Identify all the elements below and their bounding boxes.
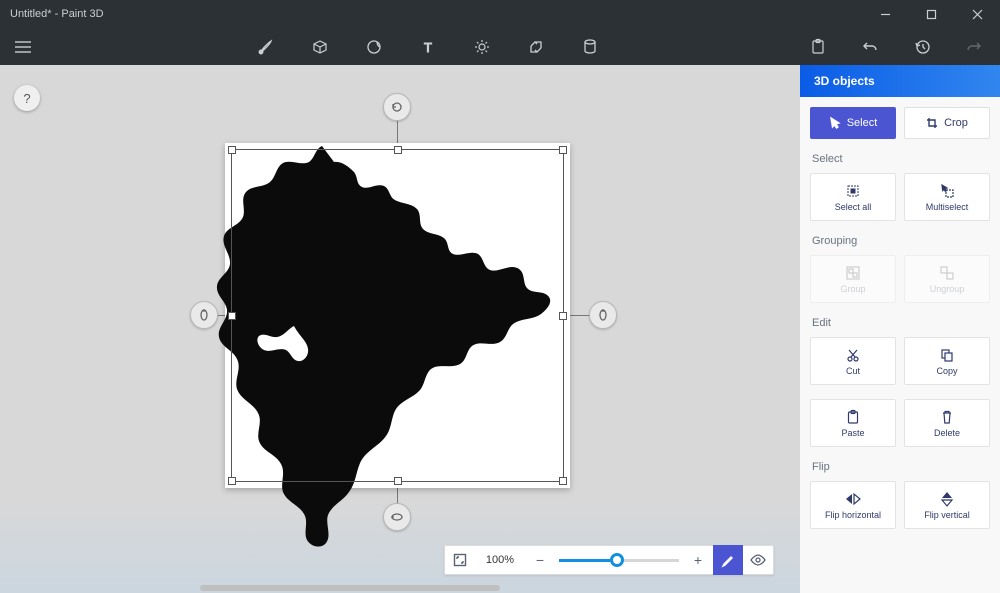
scissors-icon: [845, 347, 861, 363]
delete-button[interactable]: Delete: [904, 399, 990, 447]
view-mode-button[interactable]: [743, 545, 773, 575]
flip-vertical-icon: [939, 491, 955, 507]
tile-label: Cut: [846, 366, 860, 376]
tile-label: Ungroup: [930, 284, 965, 294]
help-button[interactable]: ?: [14, 85, 40, 111]
select-all-button[interactable]: Select all: [810, 173, 896, 221]
paste-button[interactable]: [808, 37, 828, 57]
section-label-select: Select: [812, 153, 990, 165]
svg-text:T: T: [424, 40, 432, 55]
resize-handle-l[interactable]: [228, 312, 236, 320]
resize-handle-b[interactable]: [394, 477, 402, 485]
zoom-slider[interactable]: [559, 545, 679, 575]
tile-label: Copy: [936, 366, 957, 376]
cursor-icon: [829, 117, 841, 129]
trash-icon: [939, 409, 955, 425]
stickers-tool[interactable]: [364, 37, 384, 57]
selection-border: [231, 149, 564, 482]
expand-menu-button[interactable]: [0, 28, 46, 65]
multiselect-button[interactable]: Multiselect: [904, 173, 990, 221]
tile-label: Select all: [835, 202, 872, 212]
window-buttons: [862, 0, 1000, 28]
horizontal-scrollbar[interactable]: [200, 585, 595, 591]
zoom-in-button[interactable]: +: [683, 545, 713, 575]
canvas-tool[interactable]: [526, 37, 546, 57]
rotate-y-right-handle[interactable]: [589, 301, 617, 329]
minus-icon: −: [536, 552, 544, 568]
fit-to-screen-button[interactable]: [445, 545, 475, 575]
close-button[interactable]: [954, 0, 1000, 28]
tile-label: Flip vertical: [924, 510, 970, 520]
resize-handle-r[interactable]: [559, 312, 567, 320]
crop-mode-button[interactable]: Crop: [904, 107, 990, 139]
section-label-edit: Edit: [812, 317, 990, 329]
plus-icon: +: [694, 552, 702, 568]
select-mode-label: Select: [847, 117, 878, 129]
rotate-x-handle[interactable]: [383, 503, 411, 531]
minimize-button[interactable]: [862, 0, 908, 28]
scrollbar-thumb[interactable]: [200, 585, 500, 591]
app-title: Untitled* - Paint 3D: [10, 8, 104, 20]
resize-handle-tl[interactable]: [228, 146, 236, 154]
paste-tile-button[interactable]: Paste: [810, 399, 896, 447]
right-tool-group: [808, 37, 984, 57]
select-all-icon: [845, 183, 861, 199]
copy-button[interactable]: Copy: [904, 337, 990, 385]
flip-horizontal-button[interactable]: Flip horizontal: [810, 481, 896, 529]
resize-handle-br[interactable]: [559, 477, 567, 485]
section-label-grouping: Grouping: [812, 235, 990, 247]
tile-label: Flip horizontal: [825, 510, 881, 520]
multiselect-icon: [939, 183, 955, 199]
rotate-connector: [568, 315, 590, 316]
maximize-button[interactable]: [908, 0, 954, 28]
text-tool[interactable]: T: [418, 37, 438, 57]
help-icon: ?: [23, 91, 30, 106]
panel-title: 3D objects: [800, 65, 1000, 97]
clipboard-icon: [845, 409, 861, 425]
group-icon: [845, 265, 861, 281]
tile-label: Multiselect: [926, 202, 969, 212]
ungroup-button: Ungroup: [904, 255, 990, 303]
flip-horizontal-icon: [845, 491, 861, 507]
tile-label: Delete: [934, 428, 960, 438]
cut-button[interactable]: Cut: [810, 337, 896, 385]
history-button[interactable]: [912, 37, 932, 57]
undo-button[interactable]: [860, 37, 880, 57]
canvas-area[interactable]: ?: [0, 65, 800, 593]
select-mode-button[interactable]: Select: [810, 107, 896, 139]
zoom-out-button[interactable]: −: [525, 545, 555, 575]
crop-mode-label: Crop: [944, 117, 968, 129]
crop-icon: [926, 117, 938, 129]
resize-handle-tr[interactable]: [559, 146, 567, 154]
resize-handle-bl[interactable]: [228, 477, 236, 485]
tile-label: Paste: [841, 428, 864, 438]
tile-label: Group: [840, 284, 865, 294]
tool-group: T: [256, 37, 600, 57]
rotate-z-handle[interactable]: [383, 93, 411, 121]
brushes-tool[interactable]: [256, 37, 276, 57]
rotate-connector: [397, 121, 398, 145]
resize-handle-t[interactable]: [394, 146, 402, 154]
3d-library-tool[interactable]: [580, 37, 600, 57]
zoom-slider-thumb[interactable]: [610, 553, 624, 567]
edit-mode-button[interactable]: [713, 545, 743, 575]
zoom-percentage[interactable]: 100%: [475, 554, 525, 566]
section-label-flip: Flip: [812, 461, 990, 473]
main-toolbar: T: [0, 28, 1000, 65]
selection-bounding-box[interactable]: [225, 143, 570, 488]
zoom-bar: 100% − +: [444, 545, 774, 575]
rotate-y-left-handle[interactable]: [190, 301, 218, 329]
redo-button[interactable]: [964, 37, 984, 57]
title-bar: Untitled* - Paint 3D: [0, 0, 1000, 28]
effects-tool[interactable]: [472, 37, 492, 57]
copy-icon: [939, 347, 955, 363]
side-panel: 3D objects Select Crop Select Select all: [800, 65, 1000, 593]
group-button: Group: [810, 255, 896, 303]
flip-vertical-button[interactable]: Flip vertical: [904, 481, 990, 529]
ungroup-icon: [939, 265, 955, 281]
3d-shapes-tool[interactable]: [310, 37, 330, 57]
